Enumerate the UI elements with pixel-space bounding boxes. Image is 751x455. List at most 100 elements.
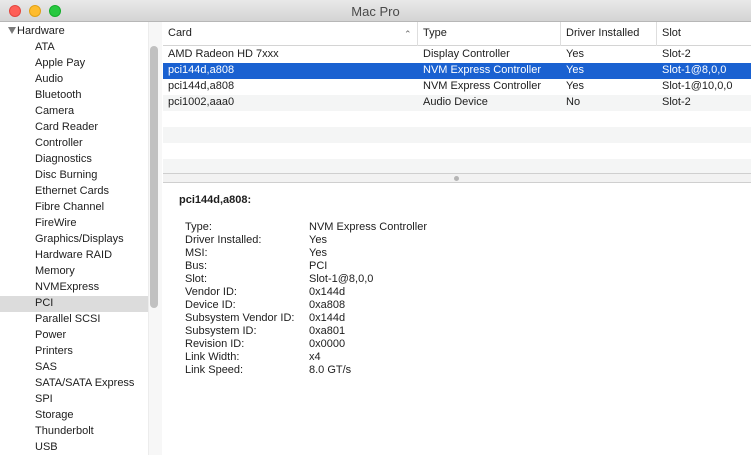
- sidebar-item-label: Memory: [35, 265, 75, 277]
- detail-field: MSI: Yes: [185, 247, 585, 260]
- sidebar-item-label: Audio: [35, 73, 64, 85]
- sidebar-item-camera[interactable]: Camera: [0, 104, 148, 120]
- detail-field-key: Driver Installed:: [185, 234, 262, 246]
- detail-pane: pci144d,a808: Type: NVM Express Controlle…: [163, 183, 751, 455]
- sidebar-item-label: Disc Burning: [35, 169, 98, 181]
- titlebar[interactable]: Mac Pro: [0, 0, 751, 22]
- empty-row: [163, 143, 751, 159]
- split-view-divider[interactable]: [163, 173, 751, 183]
- empty-row: [163, 127, 751, 143]
- detail-field: Link Speed: 8.0 GT/s: [185, 364, 585, 377]
- detail-field-key: Subsystem Vendor ID:: [185, 312, 295, 324]
- sidebar-item-label: Diagnostics: [35, 153, 92, 165]
- detail-field-key: Type:: [185, 221, 212, 233]
- detail-field-value: 8.0 GT/s: [309, 364, 352, 376]
- column-header-driver-installed[interactable]: Driver Installed: [561, 22, 657, 46]
- sidebar-item-pci[interactable]: PCI: [0, 296, 148, 312]
- cell-card: pci144d,a808: [168, 64, 235, 76]
- sidebar-item-bluetooth[interactable]: Bluetooth: [0, 88, 148, 104]
- detail-field: Vendor ID: 0x144d: [185, 286, 585, 299]
- sidebar-item-label: NVMExpress: [35, 281, 100, 293]
- sidebar-section-hardware[interactable]: Hardware: [0, 24, 148, 40]
- cell-type: Display Controller: [423, 48, 510, 60]
- column-header-card[interactable]: Card ⌃: [163, 22, 418, 46]
- detail-field-key: Bus:: [185, 260, 208, 272]
- sidebar-item-power[interactable]: Power: [0, 328, 148, 344]
- sidebar-item-label: Parallel SCSI: [35, 313, 101, 325]
- detail-field-value: NVM Express Controller: [309, 221, 427, 233]
- detail-field-key: Link Speed:: [185, 364, 244, 376]
- table-row[interactable]: pci1002,aaa0 Audio Device No Slot-2: [163, 95, 751, 111]
- detail-field-key: Vendor ID:: [185, 286, 237, 298]
- detail-field-value: Yes: [309, 234, 327, 246]
- divider-handle-icon[interactable]: [454, 176, 459, 181]
- sidebar-item-usb[interactable]: USB: [0, 440, 148, 455]
- sidebar-item-graphics-displays[interactable]: Graphics/Displays: [0, 232, 148, 248]
- column-header-type[interactable]: Type: [418, 22, 561, 46]
- sort-ascending-icon: ⌃: [404, 29, 412, 39]
- detail-field-value: 0xa808: [309, 299, 346, 311]
- detail-field-key: Link Width:: [185, 351, 240, 363]
- sidebar-item-sas[interactable]: SAS: [0, 360, 148, 376]
- sidebar-item-label: SATA/SATA Express: [35, 377, 135, 389]
- sidebar-item-label: FireWire: [35, 217, 77, 229]
- table-row[interactable]: AMD Radeon HD 7xxx Display Controller Yes S…: [163, 47, 751, 63]
- cell-slot: Slot-1@8,0,0: [662, 64, 727, 76]
- sidebar-item-label: Apple Pay: [35, 57, 86, 69]
- sidebar-item-hardware-raid[interactable]: Hardware RAID: [0, 248, 148, 264]
- sidebar-item-ethernet-cards[interactable]: Ethernet Cards: [0, 184, 148, 200]
- sidebar-item-label: PCI: [35, 297, 54, 309]
- sidebar-item-thunderbolt[interactable]: Thunderbolt: [0, 424, 148, 440]
- cell-driver-installed: Yes: [566, 48, 584, 60]
- cell-slot: Slot-1@10,0,0: [662, 80, 733, 92]
- detail-field-value: Yes: [309, 247, 327, 259]
- cell-slot: Slot-2: [662, 48, 691, 60]
- sidebar-item-fibre-channel[interactable]: Fibre Channel: [0, 200, 148, 216]
- window-title: Mac Pro: [351, 4, 400, 19]
- detail-field-value: 0x0000: [309, 338, 346, 350]
- detail-title: pci144d,a808:: [179, 194, 252, 206]
- sidebar-item-label: Camera: [35, 105, 75, 117]
- sidebar-item-card-reader[interactable]: Card Reader: [0, 120, 148, 136]
- detail-field-value: PCI: [309, 260, 328, 272]
- detail-field-value: x4: [309, 351, 321, 363]
- table-row[interactable]: pci144d,a808 NVM Express Controller Yes Slo…: [163, 63, 751, 79]
- detail-field: Slot: Slot-1@8,0,0: [185, 273, 585, 286]
- detail-field-value: 0x144d: [309, 312, 346, 324]
- sidebar-item-ata[interactable]: ATA: [0, 40, 148, 56]
- detail-field: Subsystem ID: 0xa801: [185, 325, 585, 338]
- sidebar-item-disc-burning[interactable]: Disc Burning: [0, 168, 148, 184]
- sidebar-item-sata-sata-express[interactable]: SATA/SATA Express: [0, 376, 148, 392]
- sidebar-item-parallel-scsi[interactable]: Parallel SCSI: [0, 312, 148, 328]
- detail-field: Bus: PCI: [185, 260, 585, 273]
- system-information-window: Mac Pro Hardware ATA Apple Pay Audio Blueto…: [0, 0, 751, 455]
- sidebar-item-label: Printers: [35, 345, 73, 357]
- sidebar-item-label: SAS: [35, 361, 58, 373]
- sidebar-item-label: Storage: [35, 409, 74, 421]
- sidebar-item-label: Controller: [35, 137, 83, 149]
- sidebar-item-label: Fibre Channel: [35, 201, 105, 213]
- detail-field: Type: NVM Express Controller: [185, 221, 585, 234]
- sidebar-item-printers[interactable]: Printers: [0, 344, 148, 360]
- sidebar-item-label: Hardware RAID: [35, 249, 113, 261]
- sidebar-item-diagnostics[interactable]: Diagnostics: [0, 152, 148, 168]
- detail-field: Link Width: x4: [185, 351, 585, 364]
- sidebar-item-audio[interactable]: Audio: [0, 72, 148, 88]
- cell-type: NVM Express Controller: [423, 80, 541, 92]
- table-row[interactable]: pci144d,a808 NVM Express Controller Yes Slo…: [163, 79, 751, 95]
- sidebar-item-memory[interactable]: Memory: [0, 264, 148, 280]
- sidebar-item-nvmexpress[interactable]: NVMExpress: [0, 280, 148, 296]
- column-header-slot[interactable]: Slot: [657, 22, 751, 46]
- detail-field-value: 0x144d: [309, 286, 346, 298]
- empty-row: [163, 111, 751, 127]
- sidebar-scrollbar-thumb[interactable]: [150, 46, 158, 308]
- sidebar-item-spi[interactable]: SPI: [0, 392, 148, 408]
- sidebar-item-label: Ethernet Cards: [35, 185, 109, 197]
- sidebar-item-label: Graphics/Displays: [35, 233, 124, 245]
- sidebar-item-storage[interactable]: Storage: [0, 408, 148, 424]
- detail-field-key: Slot:: [185, 273, 208, 285]
- sidebar-item-firewire[interactable]: FireWire: [0, 216, 148, 232]
- sidebar-item-controller[interactable]: Controller: [0, 136, 148, 152]
- disclosure-triangle-icon[interactable]: [8, 27, 16, 34]
- sidebar-item-apple-pay[interactable]: Apple Pay: [0, 56, 148, 72]
